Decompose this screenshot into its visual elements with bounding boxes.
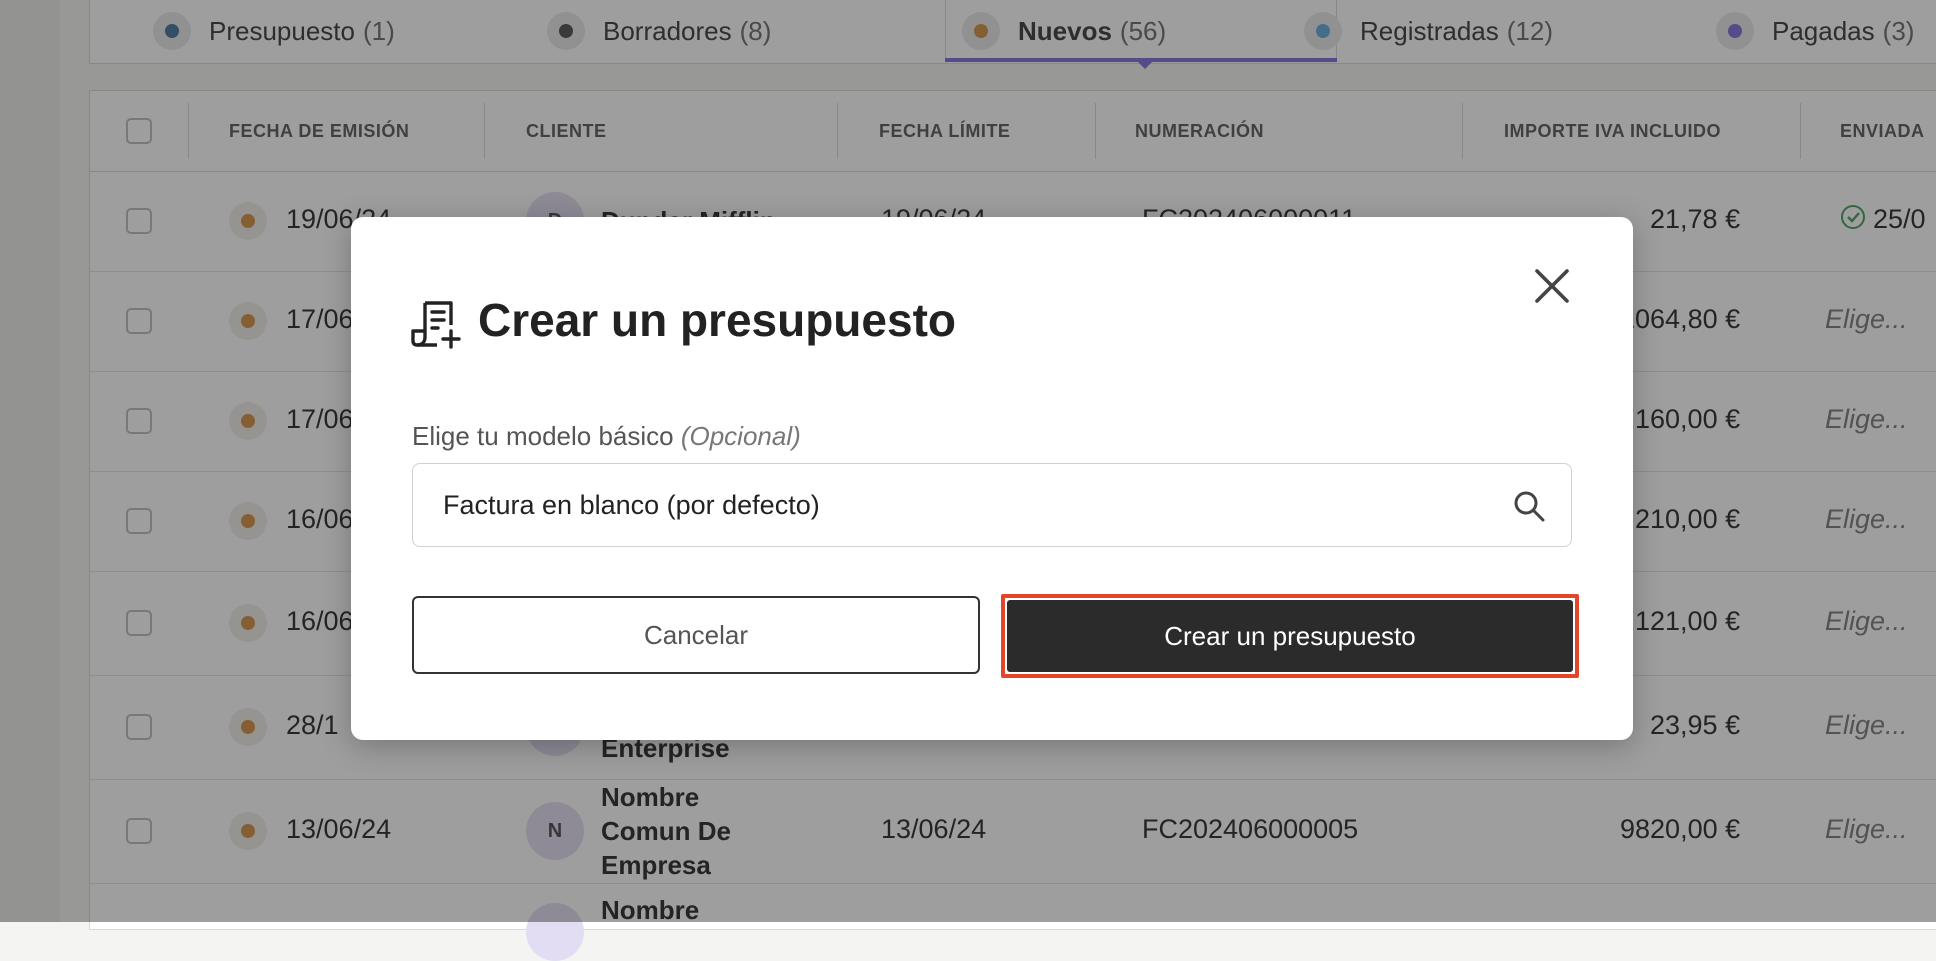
close-icon[interactable] (1529, 263, 1575, 309)
template-field-label: Elige tu modelo básico (Opcional) (412, 421, 801, 452)
search-icon (1514, 491, 1545, 522)
field-label-text: Elige tu modelo básico (412, 421, 674, 451)
field-optional-text: (Opcional) (680, 421, 801, 451)
invoices-page: Presupuesto (1) Borradores (8) Nuevos (5… (0, 0, 1936, 961)
template-select-value: Factura en blanco (por defecto) (443, 489, 820, 520)
modal-title: Crear un presupuesto (478, 294, 956, 346)
template-select[interactable]: Factura en blanco (por defecto) (412, 463, 1572, 547)
cancel-button[interactable]: Cancelar (412, 596, 980, 674)
create-quote-button[interactable]: Crear un presupuesto (1007, 600, 1573, 672)
document-add-icon (411, 301, 461, 349)
create-quote-modal: Crear un presupuesto Elige tu modelo bás… (351, 217, 1633, 740)
